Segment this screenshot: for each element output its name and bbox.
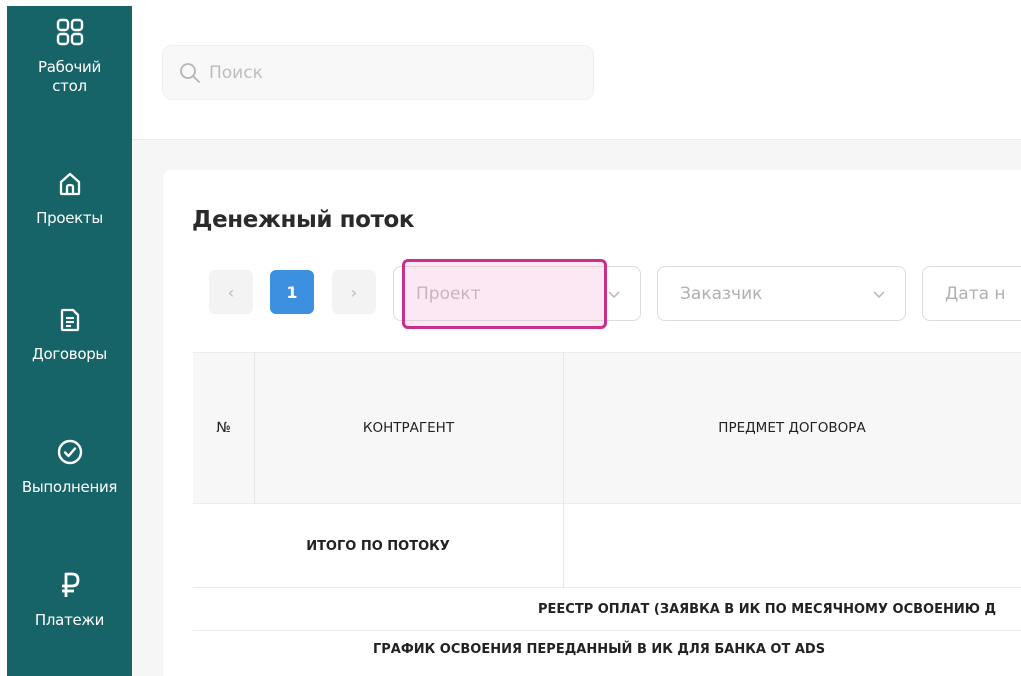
date-select[interactable]: Дата н: [922, 266, 1021, 321]
current-page-button[interactable]: 1: [270, 270, 314, 314]
next-page-button[interactable]: ›: [332, 270, 376, 314]
sidebar-item-payments[interactable]: Платежи: [7, 571, 132, 630]
sidebar-item-executions[interactable]: Выполнения: [7, 438, 132, 497]
ruble-icon: [58, 571, 82, 603]
date-select-placeholder: Дата н: [945, 283, 1006, 304]
check-circle-icon: [56, 438, 84, 470]
customer-select[interactable]: Заказчик: [657, 266, 906, 321]
search-box[interactable]: [162, 45, 594, 100]
cashflow-table: № КОНТРАГЕНТ ПРЕДМЕТ ДОГОВОРА ИТОГО ПО П…: [193, 352, 1021, 676]
project-select-placeholder: Проект: [416, 283, 481, 304]
prev-page-button[interactable]: ‹: [209, 270, 253, 314]
sidebar-item-label: Договоры: [32, 345, 107, 363]
column-header-number: №: [216, 420, 231, 436]
sidebar-item-desktop[interactable]: Рабочий стол: [7, 18, 132, 96]
top-bar: [132, 6, 1021, 140]
chevron-down-icon: [608, 291, 620, 299]
sidebar-item-label: Платежи: [34, 611, 105, 629]
column-divider: [563, 504, 564, 588]
sidebar-item-contracts[interactable]: Договоры: [7, 307, 132, 364]
column-header-contract-subject: ПРЕДМЕТ ДОГОВОРА: [718, 420, 866, 436]
sidebar-item-label: Выполнения: [21, 478, 118, 496]
search-input[interactable]: [209, 62, 569, 83]
page-title: Денежный поток: [192, 207, 415, 233]
customer-select-placeholder: Заказчик: [680, 283, 763, 304]
sidebar-item-label: Проекты: [36, 209, 103, 227]
document-icon: [57, 307, 83, 337]
registry-label: РЕЕСТР ОПЛАТ (ЗАЯВКА В ИК ПО МЕСЯЧНОМУ О…: [538, 602, 997, 617]
column-header-counterparty: КОНТРАГЕНТ: [362, 420, 455, 436]
sidebar-item-label: Рабочий стол: [38, 58, 101, 95]
schedule-label: ГРАФИК ОСВОЕНИЯ ПЕРЕДАННЫЙ В ИК ДЛЯ БАНК…: [373, 642, 826, 657]
chevron-down-icon: [873, 291, 885, 299]
sidebar-item-projects[interactable]: Проекты: [7, 171, 132, 228]
search-icon: [180, 62, 200, 83]
home-icon: [57, 171, 83, 201]
sidebar: Рабочий стол Проекты Договоры Выполнения…: [7, 6, 132, 676]
total-label: ИТОГО ПО ПОТОКУ: [306, 538, 450, 554]
grid-icon: [56, 18, 84, 50]
project-select[interactable]: Проект: [393, 266, 641, 321]
app-root: Рабочий стол Проекты Договоры Выполнения…: [0, 0, 1021, 676]
